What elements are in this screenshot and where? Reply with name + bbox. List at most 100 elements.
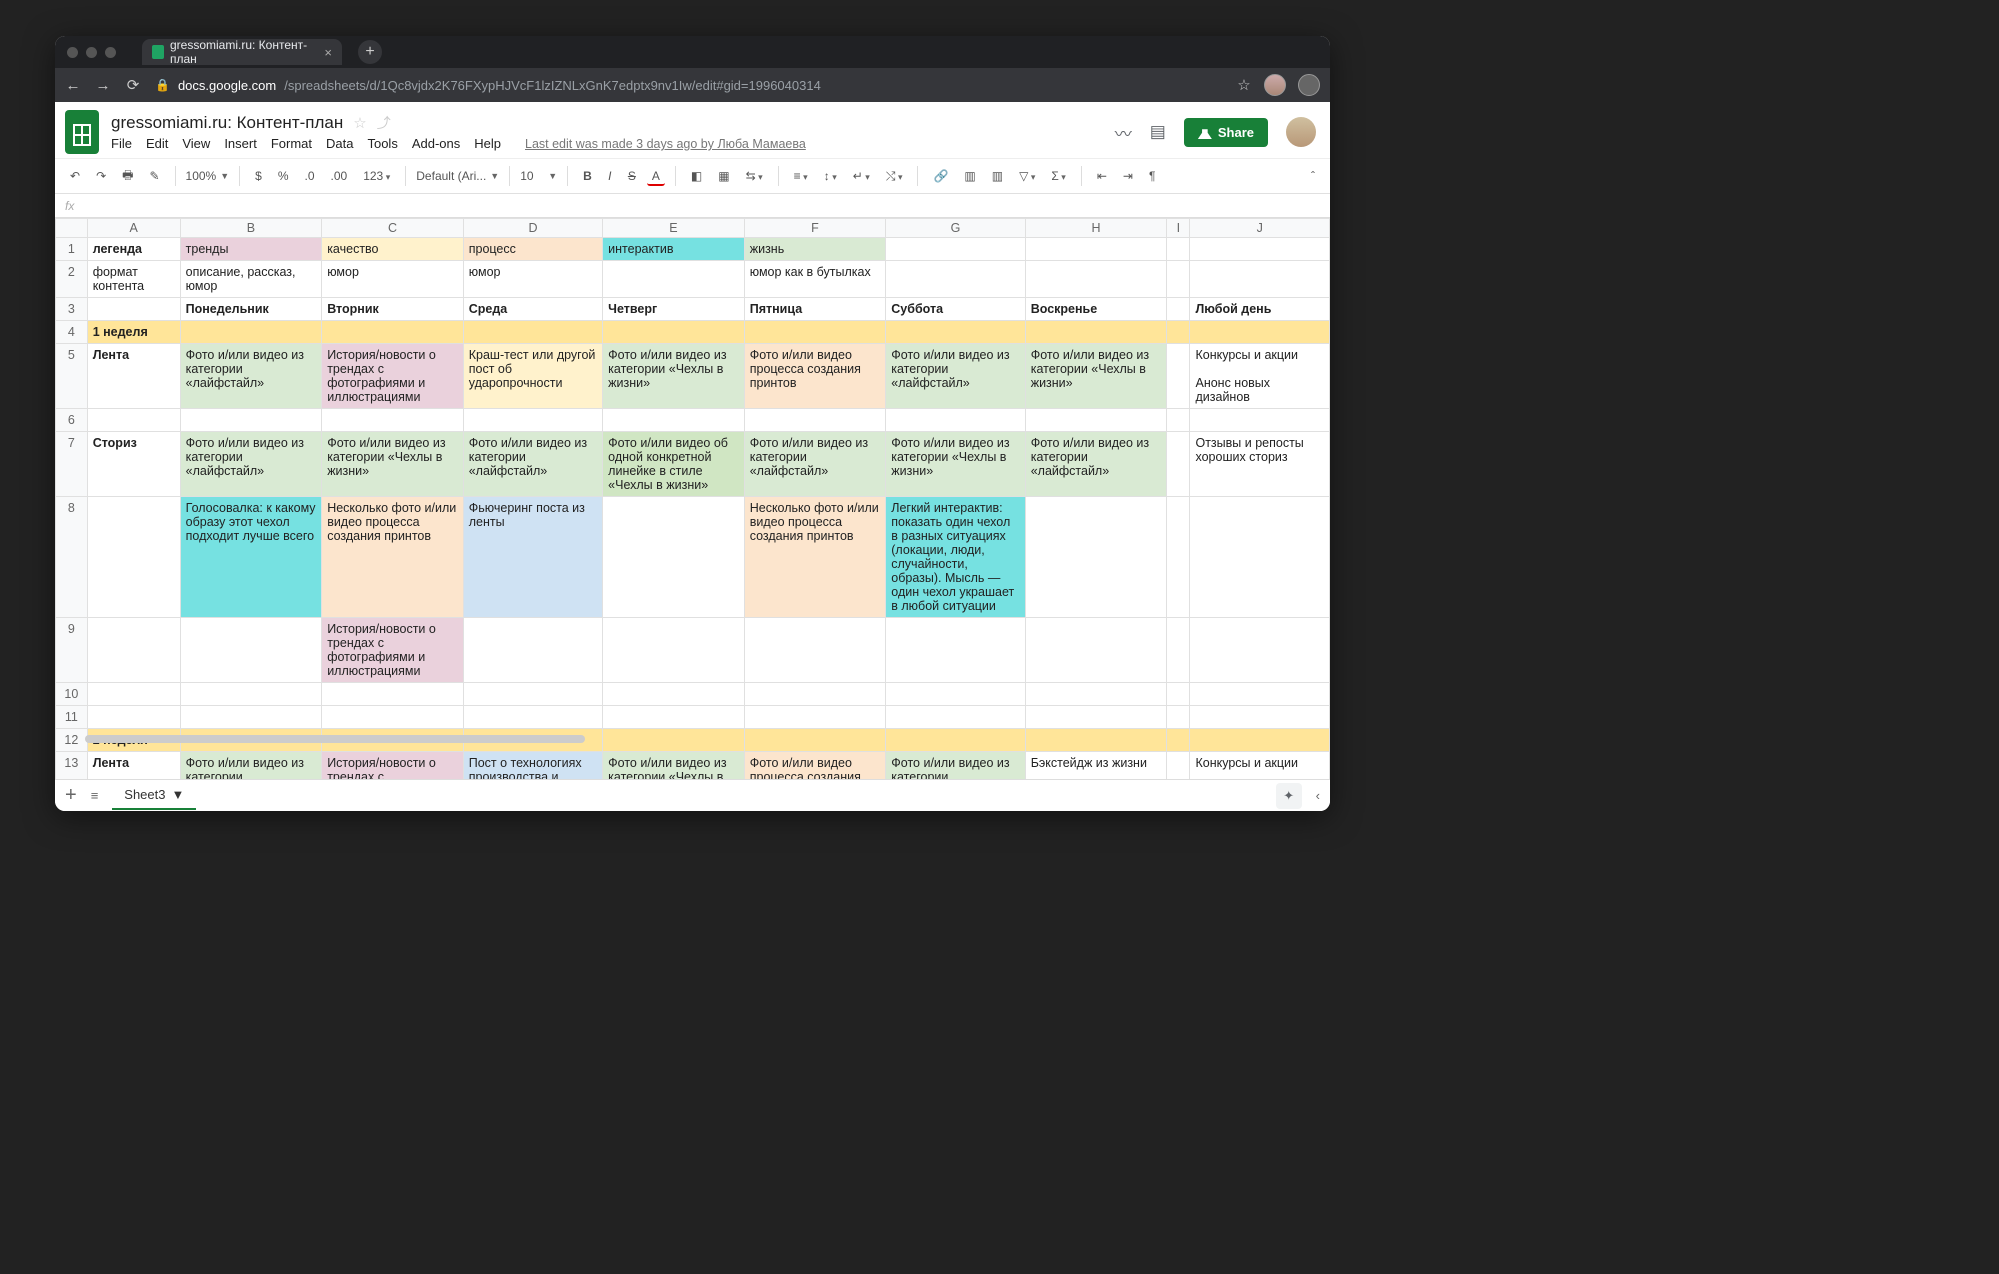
indent-icon[interactable]: ⇥ — [1118, 166, 1138, 186]
cell[interactable]: Голосовалка: к какому образу этот чехол … — [180, 497, 322, 618]
cell[interactable]: Фото и/или видео процесса создания принт… — [744, 344, 886, 409]
cell[interactable] — [1190, 683, 1330, 706]
cell[interactable] — [180, 706, 322, 729]
bold-icon[interactable]: B — [578, 166, 597, 186]
cell[interactable]: Фото и/или видео процесса создания принт… — [744, 752, 886, 780]
cell[interactable]: Краш-тест или другой пост об ударопрочно… — [463, 344, 602, 409]
cell[interactable] — [463, 321, 602, 344]
doc-title[interactable]: gressomiami.ru: Контент-план — [111, 113, 343, 133]
zoom-dropdown[interactable]: 100%▼ — [186, 169, 230, 183]
cell[interactable] — [744, 729, 886, 752]
currency-icon[interactable]: $ — [250, 166, 267, 186]
trend-icon[interactable]: 〰 — [1115, 120, 1132, 145]
cell[interactable] — [1167, 432, 1190, 497]
cell[interactable] — [603, 261, 745, 298]
cell[interactable] — [87, 618, 180, 683]
cell[interactable]: юмор как в бутылках — [744, 261, 886, 298]
column-header-row[interactable]: ABCDEFGHIJ — [56, 219, 1330, 238]
cell[interactable]: История/новости о трендах с фотографиями… — [322, 344, 464, 409]
cell[interactable] — [322, 409, 464, 432]
cell[interactable] — [87, 298, 180, 321]
cell[interactable] — [603, 618, 745, 683]
cell[interactable]: Воскренье — [1025, 298, 1167, 321]
cell[interactable] — [1167, 497, 1190, 618]
italic-icon[interactable]: I — [603, 166, 617, 186]
cell[interactable] — [463, 683, 602, 706]
cell[interactable] — [603, 497, 745, 618]
cell[interactable]: Фото и/или видео из категории «лайфстайл… — [180, 752, 322, 780]
cell[interactable]: тренды — [180, 238, 322, 261]
cell[interactable] — [603, 683, 745, 706]
cell[interactable] — [180, 409, 322, 432]
column-header[interactable]: G — [886, 219, 1025, 238]
cell[interactable] — [463, 618, 602, 683]
cell[interactable] — [1190, 261, 1330, 298]
cell[interactable]: Фото и/или видео из категории «Чехлы в ж… — [603, 752, 745, 780]
cell[interactable]: юмор — [322, 261, 464, 298]
cell[interactable] — [603, 409, 745, 432]
formula-bar[interactable]: fx — [55, 194, 1330, 218]
comments-icon[interactable]: ▤ — [1150, 122, 1166, 142]
move-icon[interactable]: ⤴ — [377, 113, 391, 133]
horizontal-scrollbar[interactable] — [85, 735, 645, 745]
bookmark-star-icon[interactable]: ☆ — [1236, 77, 1252, 93]
cell[interactable] — [1190, 321, 1330, 344]
cell[interactable]: Фото и/или видео из категории «лайфстайл… — [1025, 432, 1167, 497]
print-icon[interactable]: 🖶 — [117, 163, 138, 190]
column-header[interactable]: F — [744, 219, 886, 238]
cell[interactable] — [1167, 706, 1190, 729]
cell[interactable]: Фото и/или видео из категории «Чехлы в ж… — [322, 432, 464, 497]
row-header[interactable]: 13 — [56, 752, 88, 780]
increase-decimal-icon[interactable]: .00 — [326, 166, 353, 186]
cell[interactable] — [87, 409, 180, 432]
halign-icon[interactable]: ≡ ▾ — [789, 166, 813, 186]
cell[interactable]: описание, рассказ, юмор — [180, 261, 322, 298]
cell[interactable] — [87, 497, 180, 618]
cell[interactable] — [1167, 409, 1190, 432]
cell[interactable]: Фото и/или видео об одной конкретной лин… — [603, 432, 745, 497]
cell[interactable] — [886, 238, 1025, 261]
star-icon[interactable]: ☆ — [353, 114, 366, 132]
merge-icon[interactable]: ⇆ ▾ — [741, 166, 768, 186]
close-window-button[interactable] — [67, 47, 78, 58]
row-header[interactable]: 6 — [56, 409, 88, 432]
cell[interactable]: Сториз — [87, 432, 180, 497]
cell[interactable] — [1025, 618, 1167, 683]
cell[interactable] — [886, 261, 1025, 298]
rotate-icon[interactable]: ⤭ ▾ — [881, 166, 908, 187]
reload-icon[interactable]: ⟳ — [125, 77, 141, 93]
cell[interactable]: Несколько фото и/или видео процесса созд… — [744, 497, 886, 618]
cell[interactable]: Пост о технологиях производства и качест… — [463, 752, 602, 780]
percent-icon[interactable]: % — [273, 166, 294, 186]
row-header[interactable]: 10 — [56, 683, 88, 706]
cell[interactable]: 1 неделя — [87, 321, 180, 344]
cell[interactable] — [886, 409, 1025, 432]
cell[interactable] — [180, 618, 322, 683]
cell[interactable] — [1025, 729, 1167, 752]
cell[interactable]: История/новости о трендах с фотографиями… — [322, 752, 464, 780]
tab-close-icon[interactable]: × — [324, 45, 332, 60]
menu-file[interactable]: File — [111, 136, 132, 151]
cell[interactable]: Фото и/или видео из категории «лайфстайл… — [180, 344, 322, 409]
cell[interactable]: Понедельник — [180, 298, 322, 321]
cell[interactable]: Бэкстейдж из жизни — [1025, 752, 1167, 780]
undo-icon[interactable]: ↶ — [65, 166, 85, 186]
cell[interactable] — [603, 706, 745, 729]
cell[interactable] — [1025, 238, 1167, 261]
cell[interactable]: юмор — [463, 261, 602, 298]
cell[interactable]: Конкурсы и акции Анонс новых дизайнов — [1190, 344, 1330, 409]
cell[interactable] — [322, 706, 464, 729]
functions-icon[interactable]: Σ ▾ — [1046, 166, 1070, 186]
column-header[interactable]: I — [1167, 219, 1190, 238]
borders-icon[interactable]: ▦ — [713, 166, 734, 186]
cell[interactable]: Фото и/или видео из категории «лайфстайл… — [180, 432, 322, 497]
row-header[interactable]: 8 — [56, 497, 88, 618]
cell[interactable] — [87, 706, 180, 729]
cell[interactable] — [744, 321, 886, 344]
sheets-logo-icon[interactable] — [65, 110, 99, 154]
cell[interactable] — [1167, 298, 1190, 321]
rtl-icon[interactable]: ¶ — [1144, 166, 1160, 186]
last-edit-link[interactable]: Last edit was made 3 days ago by Люба Ма… — [525, 137, 806, 151]
cell[interactable] — [1190, 729, 1330, 752]
cell[interactable]: Фото и/или видео из категории «лайфстайл… — [886, 344, 1025, 409]
